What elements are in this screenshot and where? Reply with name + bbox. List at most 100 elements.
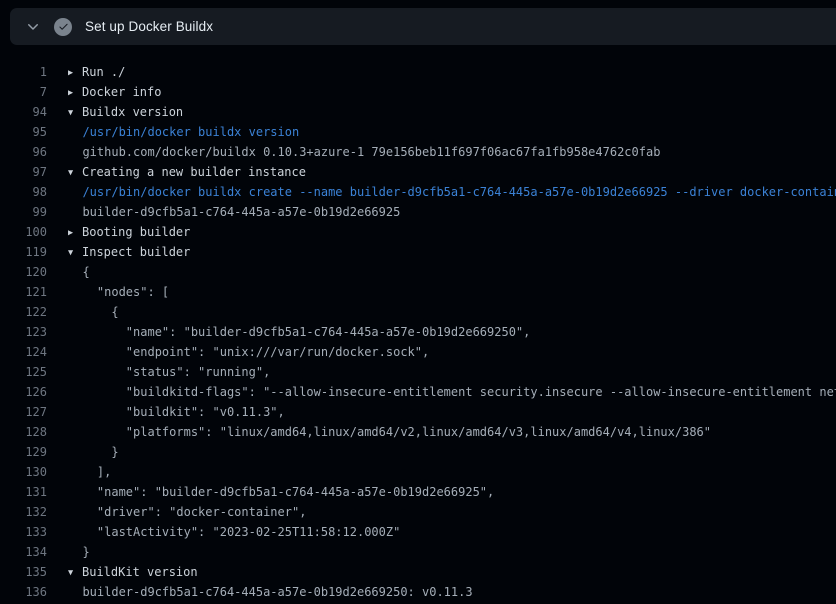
line-number[interactable]: 127	[0, 402, 47, 422]
log-line: 131 "name": "builder-d9cfb5a1-c764-445a-…	[0, 482, 836, 502]
log-line: 97▼Creating a new builder instance	[0, 162, 836, 182]
log-line: 96 github.com/docker/buildx 0.10.3+azure…	[0, 142, 836, 162]
log-line: 134 }	[0, 542, 836, 562]
log-line: 129 }	[0, 442, 836, 462]
line-number[interactable]: 96	[0, 142, 47, 162]
line-number[interactable]: 95	[0, 122, 47, 142]
log-text: }	[47, 542, 90, 562]
log-line: 127 "buildkit": "v0.11.3",	[0, 402, 836, 422]
triangle-down-icon[interactable]: ▼	[68, 103, 82, 123]
line-number[interactable]: 94	[0, 102, 47, 122]
log-text: }	[47, 442, 119, 462]
log-text: "buildkitd-flags": "--allow-insecure-ent…	[47, 382, 836, 402]
log-line: 122 {	[0, 302, 836, 322]
log-line: 135▼BuildKit version	[0, 562, 836, 582]
log-text: "nodes": [	[47, 282, 169, 302]
log-line: 123 "name": "builder-d9cfb5a1-c764-445a-…	[0, 322, 836, 342]
log-lines: 1▶Run ./7▶Docker info94▼Buildx version95…	[0, 45, 836, 602]
line-number[interactable]: 128	[0, 422, 47, 442]
line-number[interactable]: 122	[0, 302, 47, 322]
line-number[interactable]: 98	[0, 182, 47, 202]
line-number[interactable]: 119	[0, 242, 47, 262]
group-label: Buildx version	[82, 105, 183, 119]
log-line: 7▶Docker info	[0, 82, 836, 102]
line-number[interactable]: 135	[0, 562, 47, 582]
log-line: 126 "buildkitd-flags": "--allow-insecure…	[0, 382, 836, 402]
log-line: 94▼Buildx version	[0, 102, 836, 122]
log-line: 119▼Inspect builder	[0, 242, 836, 262]
log-group-header[interactable]: ▼Inspect builder	[47, 242, 190, 262]
triangle-right-icon[interactable]: ▶	[68, 83, 82, 103]
log-text: builder-d9cfb5a1-c764-445a-a57e-0b19d2e6…	[47, 202, 400, 222]
group-label: BuildKit version	[82, 565, 198, 579]
line-number[interactable]: 132	[0, 502, 47, 522]
line-number[interactable]: 126	[0, 382, 47, 402]
log-line: 125 "status": "running",	[0, 362, 836, 382]
triangle-down-icon[interactable]: ▼	[68, 243, 82, 263]
log-line: 130 ],	[0, 462, 836, 482]
log-group-header[interactable]: ▶Run ./	[47, 62, 125, 82]
log-line: 99 builder-d9cfb5a1-c764-445a-a57e-0b19d…	[0, 202, 836, 222]
log-line: 98 /usr/bin/docker buildx create --name …	[0, 182, 836, 202]
line-number[interactable]: 99	[0, 202, 47, 222]
triangle-down-icon[interactable]: ▼	[68, 563, 82, 583]
triangle-right-icon[interactable]: ▶	[68, 223, 82, 243]
triangle-down-icon[interactable]: ▼	[68, 163, 82, 183]
log-line: 120 {	[0, 262, 836, 282]
log-line: 133 "lastActivity": "2023-02-25T11:58:12…	[0, 522, 836, 542]
group-label: Inspect builder	[82, 245, 190, 259]
log-line: 124 "endpoint": "unix:///var/run/docker.…	[0, 342, 836, 362]
log-text: "driver": "docker-container",	[47, 502, 306, 522]
group-label: Booting builder	[82, 225, 190, 239]
log-text: /usr/bin/docker buildx create --name bui…	[47, 182, 836, 202]
line-number[interactable]: 1	[0, 62, 47, 82]
group-label: Docker info	[82, 85, 161, 99]
line-number[interactable]: 130	[0, 462, 47, 482]
log-group-header[interactable]: ▶Docker info	[47, 82, 161, 102]
log-group-header[interactable]: ▼BuildKit version	[47, 562, 198, 582]
triangle-right-icon[interactable]: ▶	[68, 63, 82, 83]
log-text: "name": "builder-d9cfb5a1-c764-445a-a57e…	[47, 482, 494, 502]
log-line: 121 "nodes": [	[0, 282, 836, 302]
line-number[interactable]: 120	[0, 262, 47, 282]
line-number[interactable]: 125	[0, 362, 47, 382]
log-line: 128 "platforms": "linux/amd64,linux/amd6…	[0, 422, 836, 442]
log-text: "name": "builder-d9cfb5a1-c764-445a-a57e…	[47, 322, 530, 342]
log-group-header[interactable]: ▶Booting builder	[47, 222, 190, 242]
log-text: github.com/docker/buildx 0.10.3+azure-1 …	[47, 142, 660, 162]
log-text: "endpoint": "unix:///var/run/docker.sock…	[47, 342, 429, 362]
log-text: ],	[47, 462, 111, 482]
line-number[interactable]: 97	[0, 162, 47, 182]
log-text: "platforms": "linux/amd64,linux/amd64/v2…	[47, 422, 711, 442]
log-text: "buildkit": "v0.11.3",	[47, 402, 285, 422]
chevron-down-icon[interactable]	[25, 19, 41, 35]
log-line: 132 "driver": "docker-container",	[0, 502, 836, 522]
group-label: Run ./	[82, 65, 125, 79]
step-title: Set up Docker Buildx	[85, 19, 213, 34]
log-text: "status": "running",	[47, 362, 270, 382]
line-number[interactable]: 121	[0, 282, 47, 302]
line-number[interactable]: 7	[0, 82, 47, 102]
log-text: {	[47, 302, 119, 322]
line-number[interactable]: 124	[0, 342, 47, 362]
log-text: "lastActivity": "2023-02-25T11:58:12.000…	[47, 522, 400, 542]
log-text: {	[47, 262, 90, 282]
line-number[interactable]: 100	[0, 222, 47, 242]
line-number[interactable]: 134	[0, 542, 47, 562]
log-line: 1▶Run ./	[0, 62, 836, 82]
line-number[interactable]: 129	[0, 442, 47, 462]
log-line: 100▶Booting builder	[0, 222, 836, 242]
log-line: 136 builder-d9cfb5a1-c764-445a-a57e-0b19…	[0, 582, 836, 602]
log-group-header[interactable]: ▼Creating a new builder instance	[47, 162, 306, 182]
check-circle-icon	[54, 18, 72, 36]
line-number[interactable]: 133	[0, 522, 47, 542]
group-label: Creating a new builder instance	[82, 165, 306, 179]
log-line: 95 /usr/bin/docker buildx version	[0, 122, 836, 142]
line-number[interactable]: 131	[0, 482, 47, 502]
line-number[interactable]: 123	[0, 322, 47, 342]
line-number[interactable]: 136	[0, 582, 47, 602]
log-text: builder-d9cfb5a1-c764-445a-a57e-0b19d2e6…	[47, 582, 473, 602]
step-header[interactable]: Set up Docker Buildx	[10, 8, 836, 45]
log-text: /usr/bin/docker buildx version	[47, 122, 299, 142]
log-group-header[interactable]: ▼Buildx version	[47, 102, 183, 122]
